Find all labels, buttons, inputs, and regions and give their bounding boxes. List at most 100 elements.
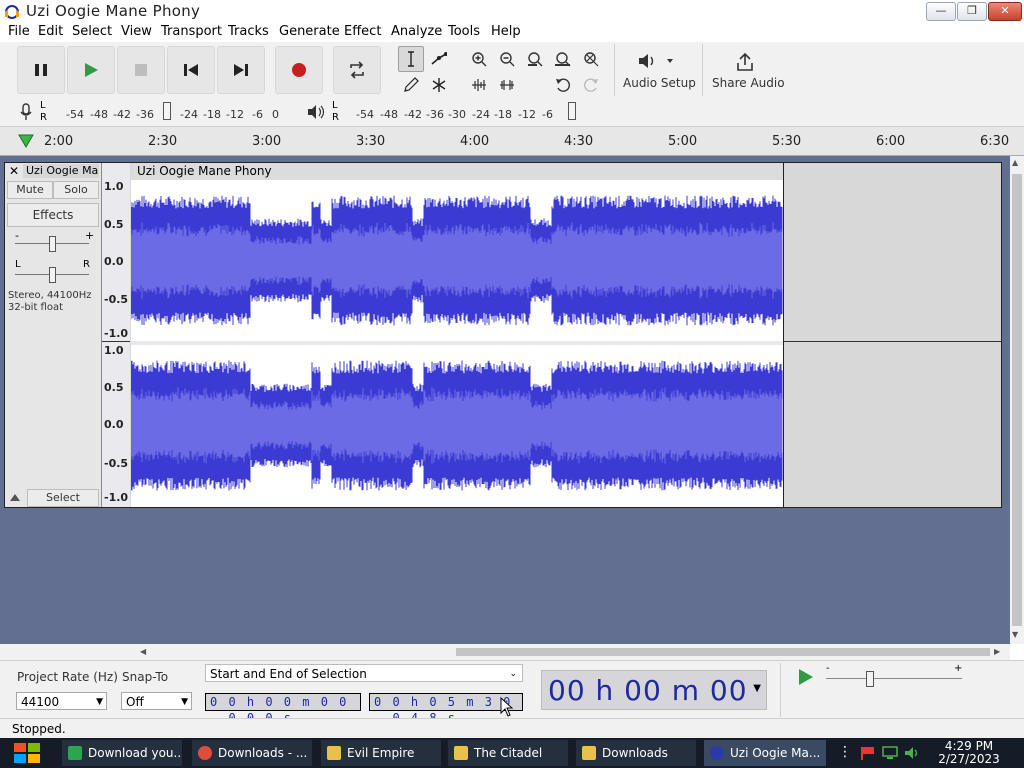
scroll-down-icon[interactable]: ▼ [1012, 630, 1018, 639]
clip-title[interactable]: Uzi Oogie Mane Phony [131, 163, 783, 180]
pause-button[interactable] [17, 46, 65, 94]
play-button[interactable] [67, 46, 115, 94]
selection-tool[interactable] [398, 46, 424, 72]
menu-select[interactable]: Select [72, 24, 112, 39]
project-rate-value: 44100 [21, 695, 60, 709]
play-speed-slider[interactable] [826, 678, 962, 679]
menu-effect[interactable]: Effect [344, 24, 381, 39]
rec-scale-tick: 0 [272, 108, 279, 121]
menu-transport[interactable]: Transport [161, 24, 222, 39]
draw-tool[interactable] [398, 72, 424, 98]
timeline-ruler[interactable]: 2:00 2:30 3:00 3:30 4:00 4:30 5:00 5:30 … [0, 127, 1024, 156]
vertical-scrollbar[interactable]: ▲ ▼ [1010, 156, 1024, 644]
zoom-in-button[interactable] [466, 46, 492, 72]
play-speed-thumb[interactable] [866, 671, 874, 687]
selection-start-time[interactable]: 0 0 h 0 0 m 0 0 . 0 0 0 s [205, 693, 361, 725]
undo-button[interactable] [550, 72, 576, 98]
fit-selection-button[interactable] [522, 46, 548, 72]
zoom-in-icon [472, 52, 487, 67]
play-scale-tick: -42 [404, 108, 422, 121]
recording-meter[interactable]: -54 -48 -42 -36 -24 -18 -12 -6 0 [50, 100, 285, 122]
skip-to-start-button[interactable] [167, 46, 215, 94]
pan-slider-thumb[interactable] [49, 267, 56, 283]
menu-view[interactable]: View [121, 24, 152, 39]
windows-start-icon[interactable] [10, 740, 44, 766]
menu-analyze[interactable]: Analyze [391, 24, 442, 39]
vertical-scroll-thumb[interactable] [1012, 174, 1022, 626]
select-track-button[interactable]: Select [27, 489, 99, 507]
taskbar-item[interactable]: Uzi Oogie Ma... [704, 740, 826, 766]
menu-help[interactable]: Help [491, 24, 521, 39]
trim-audio-button[interactable] [466, 72, 492, 98]
track-name-menu[interactable]: Uzi Oogie Ma [23, 164, 99, 178]
zoom-toggle-icon [584, 52, 599, 67]
skip-to-end-button[interactable] [217, 46, 265, 94]
ruler-label: 0.0 [104, 255, 124, 268]
scroll-up-icon[interactable]: ▲ [1012, 158, 1018, 167]
horizontal-scroll-thumb[interactable] [456, 648, 990, 656]
scroll-left-icon[interactable]: ◀ [140, 647, 146, 656]
collapse-track-icon[interactable] [9, 491, 21, 503]
audio-position-display[interactable]: 00 h 00 m 00 s ▼ [541, 670, 767, 747]
share-audio-button[interactable]: Share Audio [702, 44, 785, 96]
fit-project-button[interactable] [550, 46, 576, 72]
taskbar-clock[interactable]: 4:29 PM 2/27/2023 [938, 740, 1000, 766]
volume-icon[interactable] [904, 746, 922, 760]
gain-slider-thumb[interactable] [49, 236, 56, 252]
waveform-rms [131, 387, 783, 464]
taskbar-item-label: Downloads [602, 746, 668, 760]
menu-tracks[interactable]: Tracks [228, 24, 269, 39]
maximize-button[interactable]: ❐ [957, 2, 987, 21]
rec-scale-tick: -18 [203, 108, 221, 121]
taskbar-item[interactable]: Downloads [576, 740, 696, 766]
multi-tool[interactable] [426, 72, 452, 98]
menu-generate[interactable]: Generate [279, 24, 340, 39]
play-meter-thumb[interactable] [568, 102, 576, 120]
stop-icon [135, 64, 147, 76]
track-close-button[interactable]: ✕ [7, 164, 21, 178]
project-rate-select[interactable]: 44100 ▼ [16, 692, 107, 710]
snap-to-select[interactable]: Off ▼ [121, 692, 192, 710]
record-button[interactable] [275, 46, 323, 94]
rec-scale-tick: -48 [90, 108, 108, 121]
track-panel: ✕ Uzi Oogie Ma Mute Solo Effects - + L R… [0, 156, 1010, 644]
audio-clip[interactable]: Uzi Oogie Mane Phony [131, 163, 784, 507]
selection-toolbar: Project Rate (Hz) 44100 ▼ Snap-To Off ▼ … [0, 660, 1024, 747]
redo-button[interactable] [578, 72, 604, 98]
audio-setup-button[interactable]: Audio Setup [614, 44, 701, 96]
rec-meter-thumb[interactable] [163, 102, 171, 120]
effects-button[interactable]: Effects [7, 203, 99, 227]
menu-file[interactable]: File [8, 24, 30, 39]
timeline-tick: 5:30 [772, 134, 802, 149]
waveform[interactable] [131, 180, 783, 507]
playback-meter[interactable]: -54 -48 -42 -36 -30 -24 -18 -12 -6 [342, 100, 582, 122]
taskbar-item[interactable]: Download you... [62, 740, 182, 766]
silence-audio-button[interactable] [494, 72, 520, 98]
selection-mode-select[interactable]: Start and End of Selection ⌄ [205, 664, 523, 682]
mute-button[interactable]: Mute [7, 181, 53, 199]
menu-edit[interactable]: Edit [38, 24, 63, 39]
undo-icon [556, 78, 570, 92]
minimize-button[interactable]: — [926, 2, 956, 21]
share-audio-label: Share Audio [712, 76, 785, 90]
menu-tools[interactable]: Tools [448, 24, 480, 39]
stop-button[interactable] [117, 46, 165, 94]
audio-setup-label: Audio Setup [623, 76, 696, 90]
zoom-out-button[interactable] [494, 46, 520, 72]
solo-button[interactable]: Solo [53, 181, 99, 199]
close-button[interactable]: ✕ [988, 2, 1022, 21]
network-icon[interactable] [882, 746, 898, 760]
taskbar-item[interactable]: Downloads - ... [192, 740, 312, 766]
channel-divider [131, 341, 783, 345]
taskbar-item[interactable]: Evil Empire [321, 740, 441, 766]
play-at-speed-icon[interactable] [796, 667, 816, 687]
flag-icon[interactable] [860, 746, 876, 760]
envelope-tool[interactable] [426, 46, 452, 72]
timeline-tick: 5:00 [668, 134, 698, 149]
more-icon[interactable]: ⋮ [838, 744, 852, 760]
horizontal-scrollbar[interactable]: ◀ ▶ [0, 644, 1010, 660]
scroll-right-icon[interactable]: ▶ [994, 647, 1000, 656]
loop-button[interactable] [333, 46, 381, 94]
taskbar-item[interactable]: The Citadel [448, 740, 568, 766]
zoom-toggle-button[interactable] [578, 46, 604, 72]
